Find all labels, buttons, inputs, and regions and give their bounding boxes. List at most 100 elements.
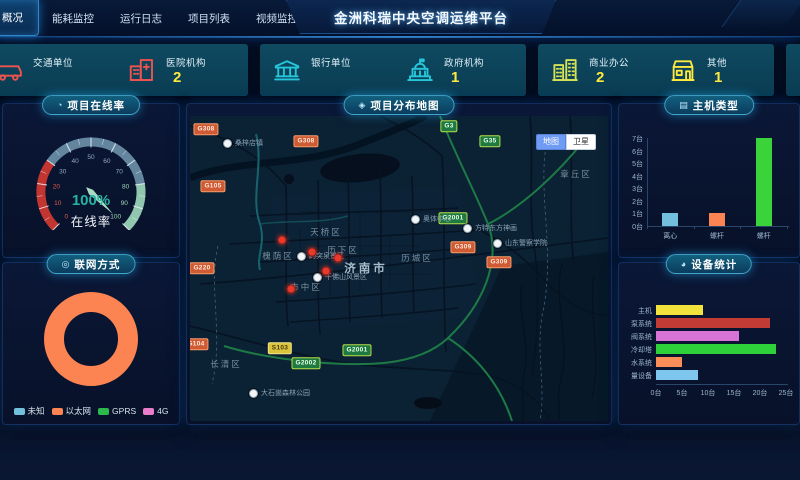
map-mode-button[interactable]: 地图 [536, 134, 566, 150]
district-label: 天桥区 [310, 226, 342, 238]
y-category-label: 冷却塔 [623, 345, 652, 355]
legend-label: GPRS [112, 406, 136, 416]
stat-text: 交通单位 [33, 55, 73, 86]
poi-label: 千佛山风景区 [325, 272, 367, 282]
poi-dot-icon [297, 252, 306, 261]
y-category-label: 量设备 [623, 371, 652, 381]
stat-value [311, 69, 351, 86]
gauge-icon: ◔ [57, 100, 63, 110]
project-marker[interactable] [322, 267, 331, 276]
project-marker[interactable] [334, 254, 343, 263]
stat-card: 银行单位 政府机构1 [260, 44, 526, 96]
stat-value: 1 [444, 69, 484, 86]
project-marker[interactable] [287, 285, 296, 294]
y-tick-label: 6台 [623, 147, 643, 157]
svg-text:40: 40 [71, 158, 79, 165]
stat-label: 政府机构 [444, 55, 484, 69]
stat-card [786, 44, 800, 96]
nav-tab[interactable]: 运行日志 [107, 0, 175, 36]
legend-swatch [14, 408, 25, 415]
panel-host-type: ▤ 主机类型 0台1台2台3台4台5台6台7台离心螺杆螺杆 [618, 103, 800, 258]
y-category-label: 水系统 [623, 358, 652, 368]
svg-text:20: 20 [53, 184, 61, 191]
road-badge: G3 [440, 120, 457, 132]
shop-icon [668, 55, 698, 85]
grid-icon: ▤ [679, 100, 689, 111]
y-tick-label: 2台 [623, 197, 643, 207]
panel-title-text: 项目分布地图 [370, 98, 439, 113]
road-badge: G308 [193, 123, 218, 135]
panel-network-title: ◎ 联网方式 [47, 254, 136, 274]
nav-tab[interactable]: 能耗监控 [39, 0, 107, 36]
y-tick-label: 0台 [623, 222, 643, 232]
panel-title-text: 设备统计 [691, 257, 737, 272]
hospital-icon [127, 55, 157, 85]
district-label: 历城区 [401, 252, 433, 264]
panel-host-type-title: ▤ 主机类型 [664, 95, 754, 115]
x-tick [787, 226, 788, 229]
poi-label: 方特东方神画 [475, 223, 517, 233]
panel-title-text: 主机类型 [693, 98, 739, 113]
poi-dot-icon [313, 273, 322, 282]
svg-text:60: 60 [103, 158, 111, 165]
x-tick-label: 15台 [724, 388, 744, 398]
navbar-decoration [722, 0, 800, 27]
panel-online-rate: ◔ 项目在线率 0102030405060708090100 100% 在线率 [2, 103, 180, 258]
stat-item: 医院机构2 [115, 55, 248, 86]
svg-text:30: 30 [59, 168, 67, 175]
legend-item[interactable]: GPRS [98, 405, 136, 417]
online-rate-caption: 在线率 [3, 211, 179, 230]
x-axis [647, 226, 789, 227]
stat-value: 2 [166, 69, 206, 86]
x-category-label: 螺杆 [744, 231, 784, 241]
map-roads-layer [190, 116, 608, 421]
stat-text: 银行单位 [311, 55, 351, 86]
svg-text:70: 70 [116, 168, 124, 175]
road-badge: G308 [293, 135, 318, 147]
legend-swatch [98, 408, 109, 415]
nav-tab[interactable]: 概况 [0, 0, 39, 36]
x-tick-label: 10台 [698, 388, 718, 398]
nav-tab[interactable]: 项目列表 [175, 0, 243, 36]
satellite-mode-button[interactable]: 卫星 [566, 134, 596, 150]
panel-online-rate-title: ◔ 项目在线率 [42, 95, 140, 115]
bank-icon [272, 55, 302, 85]
x-category-label: 螺杆 [697, 231, 737, 241]
y-axis [647, 138, 648, 226]
poi-marker: 奥体中心 [411, 214, 451, 224]
stat-label: 交通单位 [33, 55, 73, 69]
x-tick-label: 0台 [646, 388, 666, 398]
stat-text: 商业办公2 [589, 55, 629, 86]
project-marker[interactable] [278, 236, 287, 245]
x-tick [740, 226, 741, 229]
x-category-label: 离心 [650, 231, 690, 241]
top-navbar: 概况能耗监控运行日志项目列表视频监控 金洲科瑞中央空调运维平台 [0, 0, 800, 37]
panel-title-text: 联网方式 [74, 257, 120, 272]
bar [656, 305, 703, 315]
stat-text: 其他1 [707, 55, 727, 86]
stat-label: 医院机构 [166, 55, 206, 69]
legend-item[interactable]: 以太网 [52, 405, 92, 417]
bar [709, 213, 725, 226]
poi-label: 山东警察学院 [505, 238, 547, 248]
stat-text: 医院机构2 [166, 55, 206, 86]
bar [656, 318, 770, 328]
project-marker[interactable] [308, 248, 317, 257]
poi-dot-icon [463, 224, 472, 233]
x-tick [694, 226, 695, 229]
legend-label: 4G [157, 406, 168, 416]
legend-swatch [52, 408, 63, 415]
district-label: 槐荫区 [262, 250, 294, 262]
legend-item[interactable]: 4G [143, 405, 168, 417]
panel-device-stats-title: ◕ 设备统计 [666, 254, 752, 274]
stat-card: 交通单位 医院机构2 [0, 44, 248, 96]
road-badge: G105 [200, 180, 225, 192]
x-tick [647, 226, 648, 229]
legend-item[interactable]: 未知 [14, 405, 45, 417]
map-canvas[interactable]: 地图卫星 G308G308G309G309G105G220G104G3G35G2… [190, 116, 608, 421]
poi-marker: 方特东方神画 [463, 223, 517, 233]
poi-dot-icon [223, 139, 232, 148]
road-badge: G35 [479, 135, 500, 147]
network-legend: 未知以太网 GPRS 4G [3, 405, 179, 417]
host-type-chart: 0台1台2台3台4台5台6台7台离心螺杆螺杆 [623, 118, 795, 253]
